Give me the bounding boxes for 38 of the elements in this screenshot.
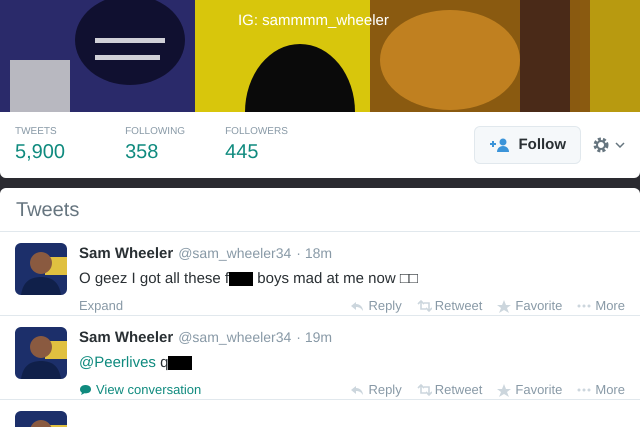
retweet-icon [416, 298, 432, 313]
stat-label: TWEETS [15, 125, 58, 139]
stat-value[interactable]: 5,900 [15, 139, 66, 165]
author-name[interactable]: Sam Wheeler [79, 327, 174, 350]
more-action[interactable]: More [576, 380, 625, 400]
stat-value[interactable]: 358 [125, 139, 186, 165]
view-conversation-link[interactable]: View conversation [79, 380, 202, 400]
caret-icon [615, 142, 625, 148]
stat-label: FOLLOWING [125, 125, 186, 139]
star-action[interactable]: Favorite [496, 380, 562, 400]
speech-bubble-icon [79, 384, 92, 396]
expand-link[interactable]: Expand [79, 296, 124, 316]
stat-value[interactable]: 445 [225, 139, 288, 165]
star-icon [496, 382, 512, 397]
star-action[interactable]: Favorite [496, 296, 562, 316]
retweet-action[interactable]: Retweet [416, 296, 482, 316]
stat-label: FOLLOWERS [225, 125, 288, 139]
reply-action[interactable]: Reply [349, 380, 402, 400]
timeline-title: Tweets [0, 188, 640, 232]
author-name[interactable]: Sam Wheeler [79, 243, 174, 266]
author-handle[interactable]: @sam_wheeler34 [178, 327, 292, 348]
star-icon [496, 298, 512, 313]
add-person-icon [488, 138, 510, 152]
follow-button[interactable]: Follow [474, 126, 581, 164]
settings-button[interactable] [591, 135, 625, 155]
retweet-icon [416, 382, 432, 397]
tweet-time[interactable]: · 19m [296, 327, 332, 348]
settings-icon [591, 135, 611, 155]
author-handle[interactable]: @sam_wheeler34 [178, 243, 292, 264]
reply-action[interactable]: Reply [349, 296, 402, 316]
tweet-time[interactable]: · 18m [296, 243, 332, 264]
tweet-text: boys mad at me now □□ [256, 268, 418, 288]
tweet-text: O geez I got all these f [79, 268, 230, 288]
more-action[interactable]: More [576, 296, 625, 316]
tweet-text: q [159, 352, 168, 372]
retweet-action[interactable]: Retweet [416, 380, 482, 400]
bio-text: IG: sammmm_wheeler [238, 11, 389, 31]
mention-link[interactable]: @Peerlives [79, 352, 156, 374]
